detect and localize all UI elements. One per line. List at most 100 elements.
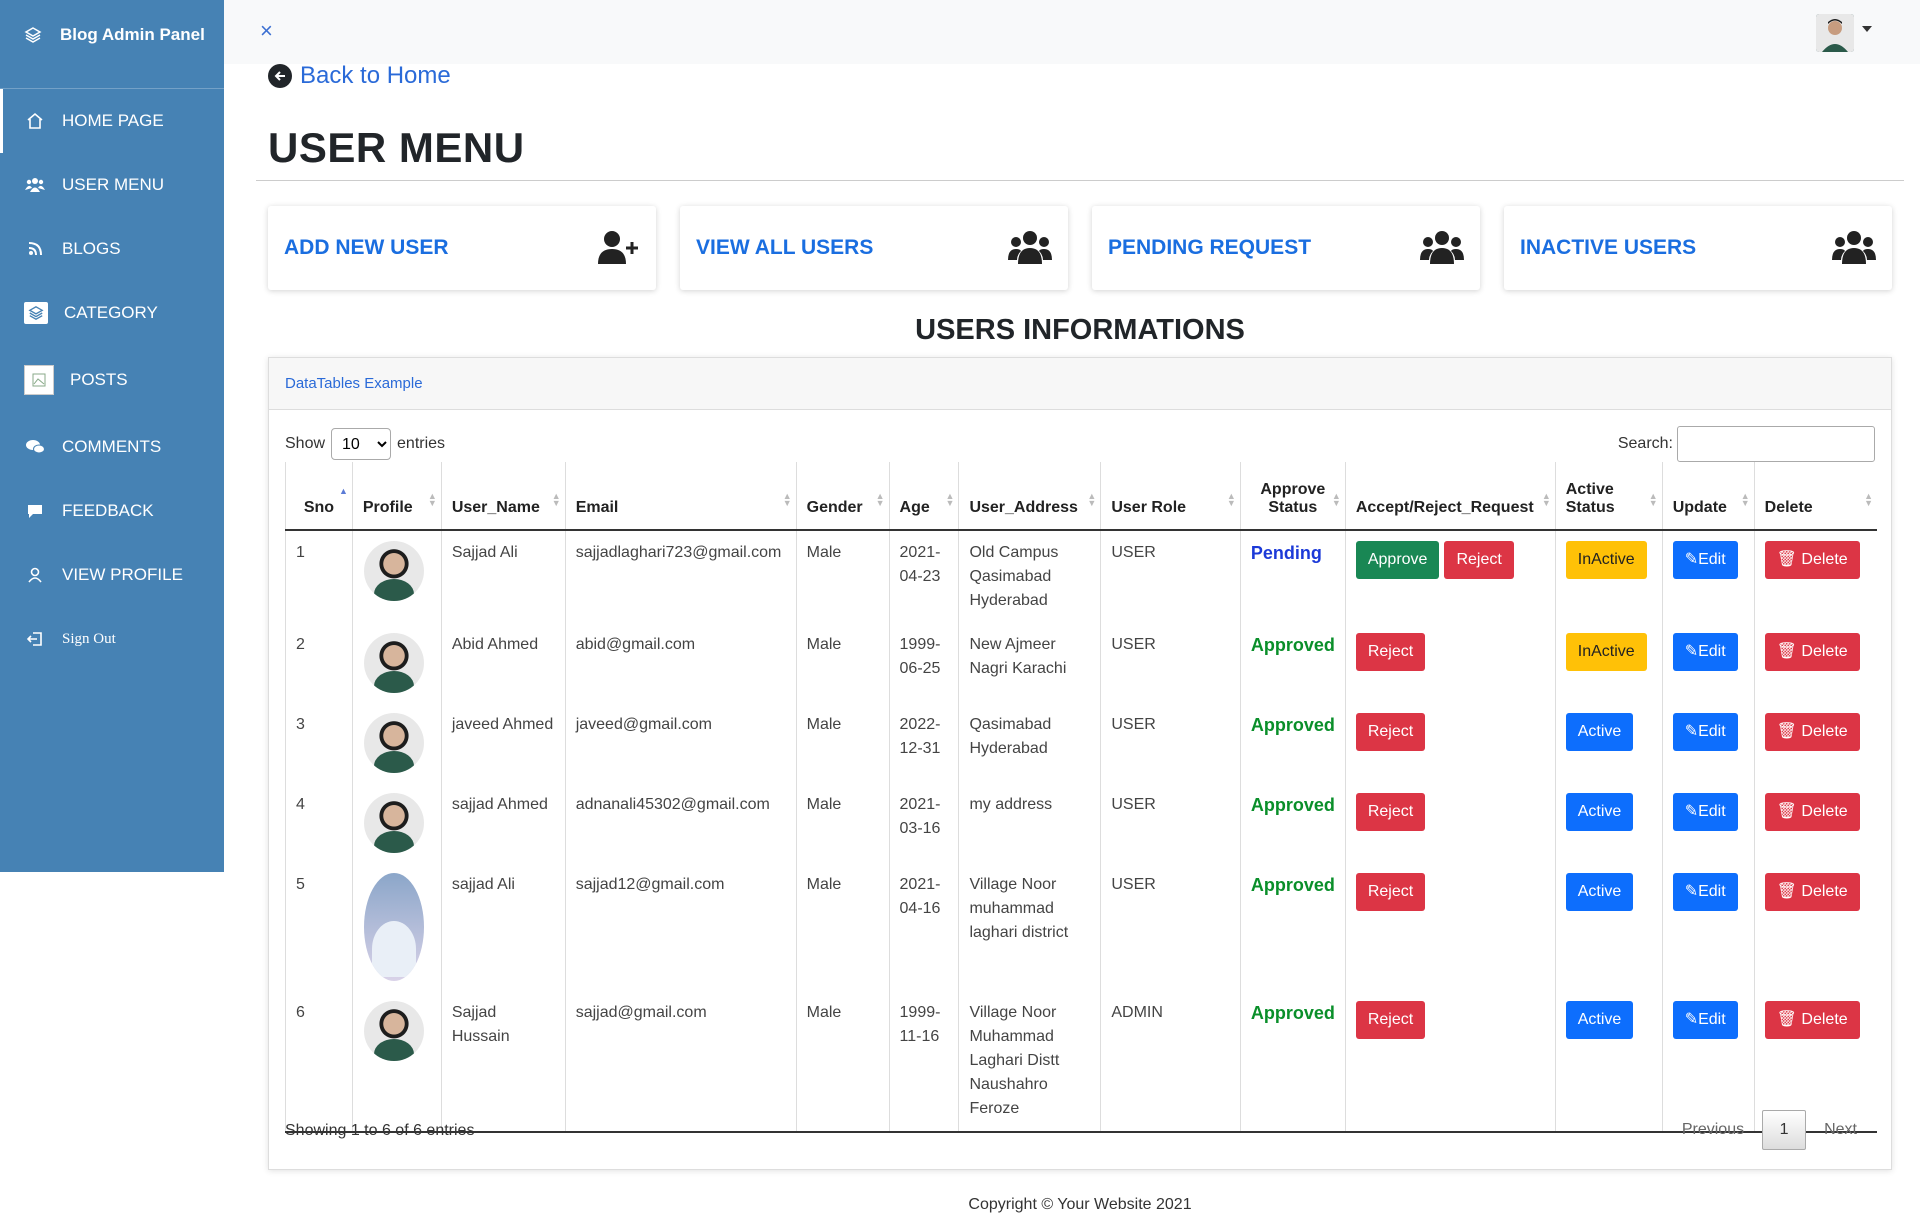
sidebar-item-comments[interactable]: COMMENTS <box>0 415 224 479</box>
cell-email: adnanali45302@gmail.com <box>564 783 797 863</box>
cell-delete: 🗑︎ Delete <box>1753 530 1877 623</box>
column-header-label: Delete <box>1764 499 1813 516</box>
brand[interactable]: Blog Admin Panel <box>0 0 224 70</box>
sidebar-item-view-profile[interactable]: VIEW PROFILE <box>0 543 224 607</box>
search-input[interactable] <box>1677 426 1875 462</box>
edit-button[interactable]: ✎Edit <box>1672 873 1738 911</box>
table-row: 3 javeed Ahmed javeed@gmail.com Male 202… <box>285 703 1877 783</box>
column-header-approve-status[interactable]: Approve Status ▲ ▼ <box>1239 462 1346 531</box>
previous-page-button[interactable]: Previous <box>1664 1121 1762 1139</box>
delete-button[interactable]: 🗑︎ Delete <box>1764 541 1860 579</box>
cell-delete: 🗑︎ Delete <box>1753 623 1877 703</box>
active-toggle-button[interactable]: Active <box>1565 713 1634 751</box>
trash-icon: 🗑︎ <box>1776 883 1802 900</box>
sidebar-item-blogs[interactable]: BLOGS <box>0 217 224 281</box>
delete-button[interactable]: 🗑︎ Delete <box>1764 713 1860 751</box>
approve-button[interactable]: Approve <box>1355 541 1440 579</box>
inactive-users-card[interactable]: INACTIVE USERS <box>1504 206 1892 290</box>
column-header-sno[interactable]: Sno ▲ <box>285 462 353 531</box>
column-header-update[interactable]: Update ▲ ▼ <box>1661 462 1755 531</box>
edit-button[interactable]: ✎Edit <box>1672 713 1738 751</box>
edit-label: Edit <box>1698 551 1726 568</box>
column-header-address[interactable]: User_Address ▲ ▼ <box>958 462 1101 531</box>
card-label: INACTIVE USERS <box>1520 236 1697 259</box>
cell-address: Village Noor Muhammad Laghari Distt Naus… <box>958 991 1101 1133</box>
sort-icon: ▲ ▼ <box>1087 491 1097 508</box>
cell-approve-status: Approved <box>1239 991 1346 1133</box>
cell-sno: 4 <box>285 783 353 863</box>
show-label: Show <box>285 435 326 452</box>
delete-button[interactable]: 🗑︎ Delete <box>1764 793 1860 831</box>
cell-accept-reject: Approve Reject <box>1344 530 1556 623</box>
active-toggle-button[interactable]: Active <box>1565 873 1634 911</box>
sidebar-item-label: COMMENTS <box>62 437 162 456</box>
edit-icon: ✎ <box>1684 723 1699 740</box>
reject-button[interactable]: Reject <box>1444 541 1514 579</box>
reject-button[interactable]: Reject <box>1355 793 1426 831</box>
column-header-delete[interactable]: Delete ▲ ▼ <box>1753 462 1877 531</box>
pending-request-card[interactable]: PENDING REQUEST <box>1092 206 1480 290</box>
trash-icon: 🗑︎ <box>1776 551 1802 568</box>
column-header-accept-reject[interactable]: Accept/Reject_Request ▲ ▼ <box>1344 462 1556 531</box>
reject-button[interactable]: Reject <box>1355 873 1426 911</box>
sidebar-item-feedback[interactable]: FEEDBACK <box>0 479 224 543</box>
sidebar-item-home[interactable]: HOME PAGE <box>0 89 224 153</box>
sort-icon: ▲ ▼ <box>1648 491 1658 508</box>
sidebar-item-sign-out[interactable]: Sign Out <box>0 607 224 671</box>
close-icon[interactable]: × <box>260 18 273 44</box>
edit-button[interactable]: ✎Edit <box>1672 1001 1738 1039</box>
add-new-user-card[interactable]: ADD NEW USER <box>268 206 656 290</box>
column-header-gender[interactable]: Gender ▲ ▼ <box>795 462 890 531</box>
column-header-role[interactable]: User Role ▲ ▼ <box>1100 462 1241 531</box>
cell-user-name: sajjad Ali <box>440 863 566 991</box>
avatar <box>363 713 424 773</box>
edit-button[interactable]: ✎Edit <box>1672 541 1738 579</box>
back-to-home-link[interactable]: Back to Home <box>268 62 451 90</box>
delete-button[interactable]: 🗑︎ Delete <box>1764 1001 1860 1039</box>
sidebar-item-label: USER MENU <box>62 175 165 194</box>
next-page-button[interactable]: Next <box>1806 1121 1875 1139</box>
column-header-active-status[interactable]: Active Status ▲ ▼ <box>1554 462 1663 531</box>
active-toggle-button[interactable]: InActive <box>1565 541 1647 579</box>
page-button-current[interactable]: 1 <box>1762 1110 1807 1150</box>
delete-label: Delete <box>1801 1011 1848 1028</box>
column-header-profile[interactable]: Profile ▲ ▼ <box>351 462 442 531</box>
cell-address: Qasimabad Hyderabad <box>958 703 1101 783</box>
column-header-email[interactable]: Email ▲ ▼ <box>564 462 797 531</box>
edit-icon: ✎ <box>1684 551 1699 568</box>
sidebar-item-user-menu[interactable]: USER MENU <box>0 153 224 217</box>
active-toggle-button[interactable]: InActive <box>1565 633 1647 671</box>
page-title: USER MENU <box>268 124 525 171</box>
column-header-user-name[interactable]: User_Name ▲ ▼ <box>440 462 566 531</box>
reject-button[interactable]: Reject <box>1355 713 1426 751</box>
cell-gender: Male <box>795 991 890 1133</box>
column-header-label: User Role <box>1111 499 1187 516</box>
sidebar-item-posts[interactable]: POSTS <box>0 345 224 415</box>
user-avatar[interactable] <box>1816 14 1854 52</box>
reject-button[interactable]: Reject <box>1355 633 1426 671</box>
chevron-down-icon[interactable] <box>1862 26 1872 32</box>
entries-select[interactable]: 10 <box>331 428 392 460</box>
card-label: PENDING REQUEST <box>1108 236 1312 259</box>
reject-button[interactable]: Reject <box>1355 1001 1426 1039</box>
delete-button[interactable]: 🗑︎ Delete <box>1764 633 1860 671</box>
users-icon <box>1832 230 1876 266</box>
sort-icon: ▲ ▼ <box>1226 491 1236 508</box>
cell-age: 2022-12-31 <box>888 703 959 783</box>
cell-user-name: sajjad Ahmed <box>440 783 566 863</box>
edit-button[interactable]: ✎Edit <box>1672 633 1738 671</box>
table-info: Showing 1 to 6 of 6 entries <box>285 1122 475 1139</box>
delete-label: Delete <box>1801 883 1848 900</box>
delete-button[interactable]: 🗑︎ Delete <box>1764 873 1860 911</box>
cell-profile <box>351 783 442 863</box>
edit-button[interactable]: ✎Edit <box>1672 793 1738 831</box>
cell-accept-reject: Reject <box>1344 991 1556 1133</box>
sort-icon: ▲ ▼ <box>1740 491 1750 508</box>
column-header-age[interactable]: Age ▲ ▼ <box>888 462 959 531</box>
view-all-users-card[interactable]: VIEW ALL USERS <box>680 206 1068 290</box>
active-toggle-button[interactable]: Active <box>1565 793 1634 831</box>
sidebar-item-label: FEEDBACK <box>62 501 154 520</box>
cell-age: 2021-03-16 <box>888 783 959 863</box>
active-toggle-button[interactable]: Active <box>1565 1001 1634 1039</box>
edit-label: Edit <box>1698 643 1726 660</box>
